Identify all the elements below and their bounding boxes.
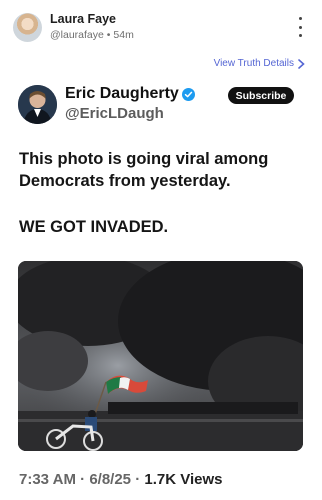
post-views: 1.7K Views	[144, 471, 223, 488]
post-date: 6/8/25	[89, 471, 132, 488]
avatar[interactable]	[13, 13, 42, 42]
view-truth-details-link[interactable]: View Truth Details	[214, 58, 305, 69]
post-text: This photo is going viral among Democrat…	[19, 150, 269, 190]
meta-separator: •	[106, 29, 111, 41]
post-time: 7:33 AM	[19, 471, 76, 488]
view-truth-details-label: View Truth Details	[213, 58, 294, 69]
embedded-post: Eric Daugherty @EricLDaugh Subscribe Thi…	[0, 77, 322, 500]
chevron-right-icon	[298, 58, 305, 69]
more-vertical-icon	[298, 17, 302, 20]
more-vertical-icon-dot	[298, 34, 302, 37]
more-vertical-icon-dot	[298, 25, 302, 29]
more-options-button[interactable]	[292, 17, 308, 37]
timestamp-separator: ·	[80, 471, 86, 488]
profile-photo	[18, 85, 57, 124]
embedded-author-name-text: Eric Daugherty	[65, 85, 179, 102]
post-photo[interactable]	[18, 261, 303, 451]
post-text-emphasis: WE GOT INVADED.	[19, 218, 169, 236]
timestamp-separator: ·	[135, 471, 141, 488]
post-timestamp: 7:33 AM · 6/8/25 · 1.7K Views	[19, 471, 222, 488]
post-header: Laura Faye @laurafaye • 54m	[0, 0, 322, 52]
subscribe-button[interactable]: Subscribe	[228, 87, 294, 104]
author-name[interactable]: Laura Faye	[50, 12, 116, 26]
smoke-scene-image	[18, 261, 303, 451]
embedded-avatar[interactable]	[18, 85, 57, 124]
time-ago: 54m	[113, 29, 134, 41]
verified-badge-icon	[181, 87, 195, 101]
author-meta: @laurafaye • 54m	[50, 29, 134, 41]
embedded-author-handle[interactable]: @EricLDaugh	[65, 105, 164, 122]
embedded-author-name[interactable]: Eric Daugherty	[65, 85, 195, 103]
author-handle[interactable]: @laurafaye	[50, 29, 104, 41]
